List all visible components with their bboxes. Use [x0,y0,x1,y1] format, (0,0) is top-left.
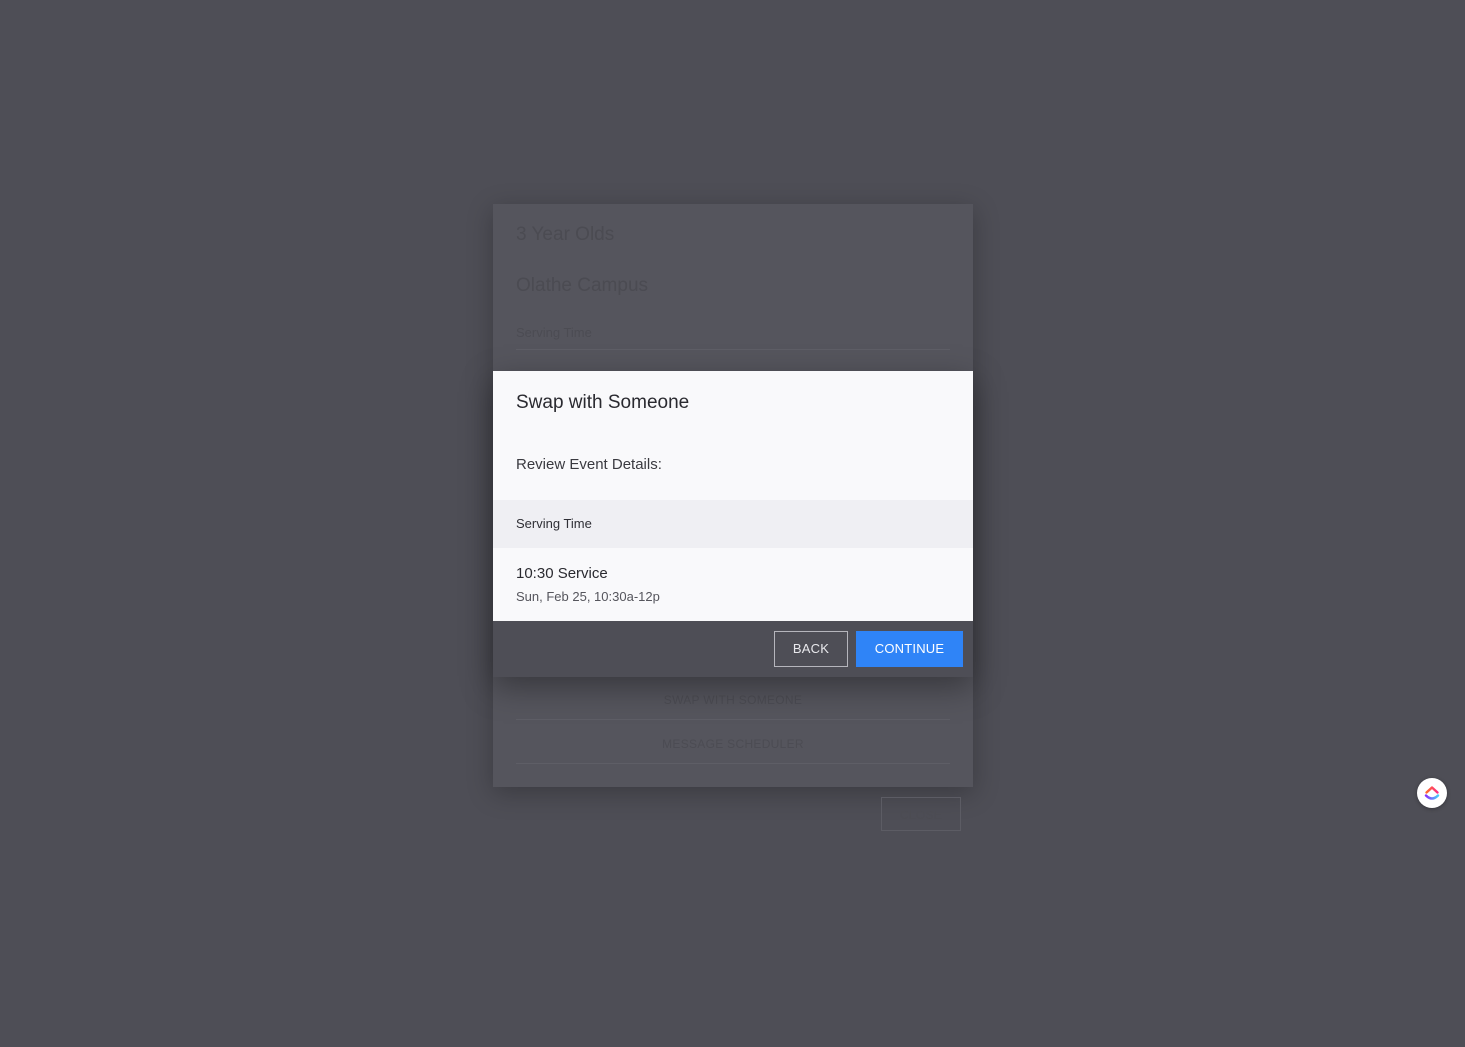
divider [516,349,950,350]
event-name: 10:30 Service [516,565,608,582]
background-modal-campus: Olathe Campus [516,275,649,296]
back-button[interactable]: BACK [774,631,848,667]
background-modal-section-label: Serving Time [516,325,592,340]
page-overlay: 3 Year Olds Olathe Campus Serving Time S… [0,0,1465,1047]
event-date: Sun, Feb 25, 10:30a-12p [516,589,660,604]
background-close-button: CLOSE [881,797,961,831]
modal-title: Swap with Someone [516,392,690,413]
divider [516,719,950,720]
background-modal-title: 3 Year Olds [516,224,615,245]
swap-with-someone-button: SWAP WITH SOMEONE [663,693,803,707]
review-details-label: Review Event Details: [516,456,662,473]
serving-time-header-label: Serving Time [516,516,592,531]
event-detail-row: 10:30 Service Sun, Feb 25, 10:30a-12p [493,548,973,621]
divider [516,763,950,764]
serving-time-header: Serving Time [493,500,973,548]
clickup-logo-icon[interactable] [1417,778,1447,808]
message-scheduler-button: MESSAGE SCHEDULER [662,737,804,751]
modal-footer: BACK CONTINUE [493,621,973,677]
swap-modal: Swap with Someone Review Event Details: … [493,371,973,677]
continue-button[interactable]: CONTINUE [856,631,963,667]
